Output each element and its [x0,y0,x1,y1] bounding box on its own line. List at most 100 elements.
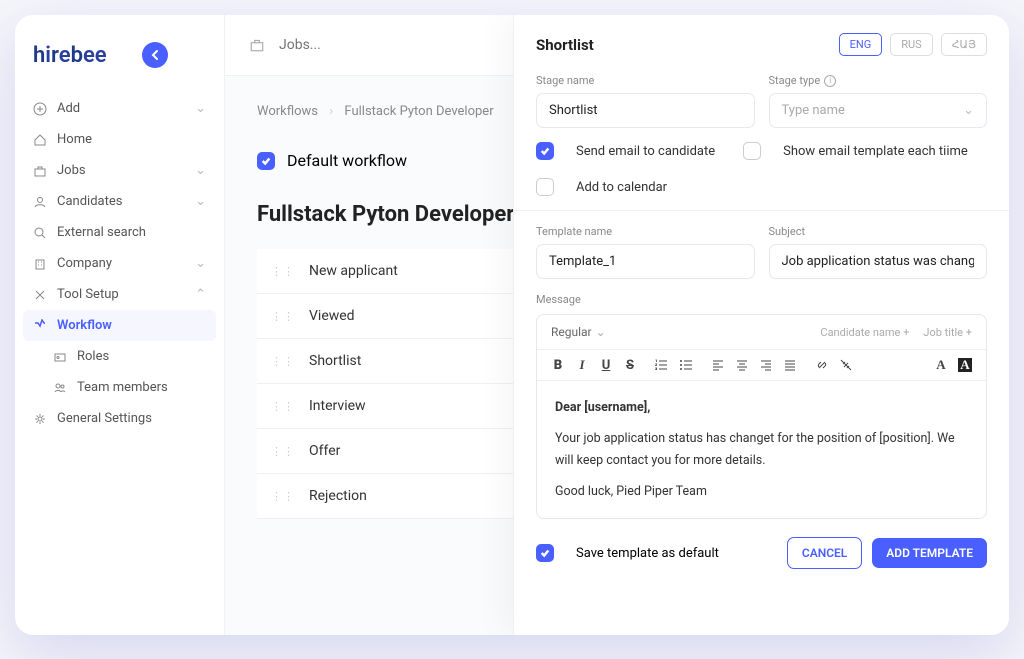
stage-edit-panel: Shortlist ENG RUS ՀԱՅ Stage name Stage t… [513,15,1009,635]
stage-name-input[interactable] [536,93,755,128]
nav-workflow[interactable]: Workflow [23,310,216,341]
underline-button[interactable]: U [599,358,613,372]
drag-handle-icon[interactable]: ⋮⋮ [271,265,295,278]
stage-label: Rejection [309,488,367,504]
search-icon [33,226,47,240]
subject-input[interactable] [769,244,988,279]
lang-rus-button[interactable]: RUS [890,33,932,56]
panel-footer: Save template as default CANCEL ADD TEMP… [536,537,987,569]
nav-company[interactable]: Company ⌄ [15,248,224,279]
nav-external-search[interactable]: External search [15,217,224,248]
default-workflow-label: Default workflow [287,151,407,170]
save-default-checkbox[interactable] [536,544,554,562]
text-color-button[interactable]: A [934,358,948,372]
users-icon [53,381,67,395]
send-email-checkbox[interactable] [536,142,554,160]
add-calendar-check-row[interactable]: Add to calendar [536,178,987,196]
nav-roles[interactable]: Roles [15,341,224,372]
default-workflow-checkbox[interactable] [257,152,275,170]
ordered-list-button[interactable]: 123 [655,358,669,372]
show-template-check-row[interactable]: Show email template each tiime [743,142,968,160]
stage-label: Interview [309,398,366,414]
workflow-icon [33,319,47,333]
id-card-icon [53,350,67,364]
nav-candidates[interactable]: Candidates ⌄ [15,186,224,217]
nav-company-label: Company [57,256,112,271]
unordered-list-button[interactable] [679,358,693,372]
highlight-button[interactable]: A [958,358,972,372]
align-center-button[interactable] [735,358,749,372]
nav-candidates-label: Candidates [57,194,122,209]
stage-type-select[interactable]: Type name ⌄ [769,93,988,128]
nav-general-settings[interactable]: General Settings [15,403,224,434]
bold-button[interactable]: B [551,358,565,372]
nav-roles-label: Roles [77,349,109,364]
add-template-button[interactable]: ADD TEMPLATE [872,538,987,568]
align-justify-button[interactable] [783,358,797,372]
insert-job-title[interactable]: Job title + [923,326,972,339]
email-greeting: Dear [username], [555,400,650,415]
editor-toolbar-top: Regular ⌄ Candidate name + Job title + [537,315,986,350]
home-icon [33,133,47,147]
nav-add[interactable]: Add ⌄ [15,93,224,124]
save-default-label: Save template as default [576,546,719,561]
collapse-sidebar-button[interactable] [135,35,175,75]
lang-eng-button[interactable]: ENG [839,33,883,56]
nav-tool-setup[interactable]: Tool Setup ⌃ [15,279,224,310]
info-icon[interactable]: i [824,75,836,87]
breadcrumb-root[interactable]: Workflows [257,104,318,119]
font-style-dropdown[interactable]: Regular ⌄ [551,325,606,339]
panel-title: Shortlist [536,36,594,54]
stage-label: Offer [309,443,340,459]
drag-handle-icon[interactable]: ⋮⋮ [271,310,295,323]
drag-handle-icon[interactable]: ⋮⋮ [271,490,295,503]
subject-label: Subject [769,225,988,238]
divider [514,210,1009,211]
show-template-checkbox[interactable] [743,142,761,160]
stage-name-label: Stage name [536,74,755,87]
chevron-down-icon: ⌄ [963,103,974,118]
stage-label: Viewed [309,308,355,324]
user-icon [33,195,47,209]
nav-home[interactable]: Home [15,124,224,155]
italic-button[interactable]: I [575,358,589,372]
message-textarea[interactable]: Dear [username], Your job application st… [537,381,986,518]
drag-handle-icon[interactable]: ⋮⋮ [271,445,295,458]
link-button[interactable] [815,358,829,372]
stage-label: New applicant [309,263,398,279]
svg-text:3: 3 [655,366,658,371]
chevron-up-icon: ⌃ [195,287,206,302]
add-calendar-label: Add to calendar [576,180,667,195]
send-email-check-row[interactable]: Send email to candidate [536,142,715,160]
stage-type-placeholder: Type name [782,103,845,118]
cancel-button[interactable]: CANCEL [787,537,862,569]
stage-type-label: Stage type i [769,74,988,87]
nav-home-label: Home [57,132,92,147]
language-switcher: ENG RUS ՀԱՅ [839,33,987,56]
chevron-down-icon: ⌄ [195,194,206,209]
email-body: Your job application status has changet … [555,428,968,471]
nav-team[interactable]: Team members [15,372,224,403]
drag-handle-icon[interactable]: ⋮⋮ [271,400,295,413]
app-container: hirebee Add ⌄ Home Jobs ⌄ Candidates ⌄ E… [15,15,1009,635]
add-calendar-checkbox[interactable] [536,178,554,196]
strikethrough-button[interactable]: S [623,358,637,372]
building-icon [33,257,47,271]
breadcrumb-current: Fullstack Pyton Developer [344,104,493,119]
chevron-down-icon: ⌄ [195,101,206,116]
drag-handle-icon[interactable]: ⋮⋮ [271,355,295,368]
message-editor: Regular ⌄ Candidate name + Job title + B… [536,314,987,519]
template-name-input[interactable] [536,244,755,279]
editor-toolbar-format: B I U S 123 [537,350,986,381]
unlink-button[interactable] [839,358,853,372]
chevron-down-icon: ⌄ [596,325,606,339]
briefcase-icon [249,37,265,53]
insert-candidate-name[interactable]: Candidate name + [820,326,909,339]
align-left-button[interactable] [711,358,725,372]
nav-jobs[interactable]: Jobs ⌄ [15,155,224,186]
gear-icon [33,412,47,426]
nav-general-label: General Settings [57,411,152,426]
main-area: Workflows › Fullstack Pyton Developer De… [225,15,1009,635]
lang-arm-button[interactable]: ՀԱՅ [941,33,987,56]
align-right-button[interactable] [759,358,773,372]
